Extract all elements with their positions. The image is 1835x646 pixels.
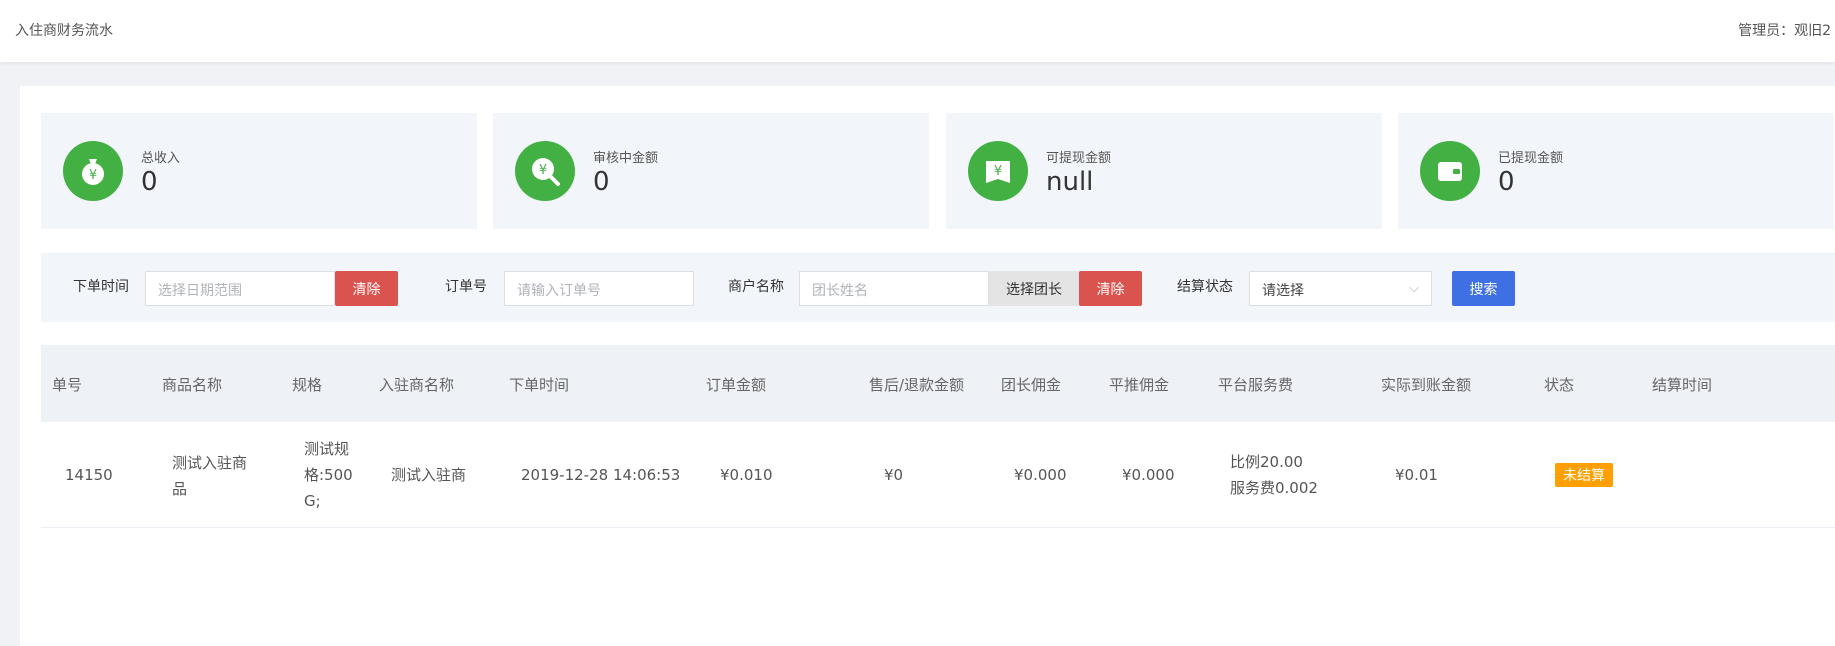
stat-value: 0 [1498, 167, 1515, 197]
admin-name[interactable]: 观旧2 [1794, 23, 1831, 39]
column-header: 下单时间 [509, 376, 570, 394]
column-header: 商品名称 [162, 376, 223, 394]
cell-leader-commission: ¥0.000 [1014, 466, 1067, 484]
svg-text:¥: ¥ [994, 164, 1002, 179]
money-book-icon: ¥ [968, 141, 1028, 201]
column-header: 订单金额 [706, 376, 767, 394]
table-row: 14150 测试入驻商品 测试规格:500G; 测试入驻商 2019-12-28… [41, 422, 1835, 528]
settle-status-select[interactable]: 请选择 ⌵ [1249, 271, 1432, 306]
chevron-down-icon: ⌵ [1409, 281, 1419, 296]
clear-merchant-button[interactable]: 清除 [1079, 271, 1142, 306]
cell-amount: ¥0.010 [720, 466, 773, 484]
stat-label: 可提现金额 [1046, 151, 1112, 166]
wallet-icon [1420, 141, 1480, 201]
column-header: 规格 [292, 376, 323, 394]
column-header: 实际到账金额 [1381, 376, 1472, 394]
column-header: 状态 [1544, 376, 1575, 394]
money-bag-icon: ¥ [63, 141, 123, 201]
svg-text:¥: ¥ [539, 163, 547, 178]
stat-value: 0 [593, 167, 610, 197]
order-no-label: 订单号 [445, 279, 487, 295]
svg-text:¥: ¥ [89, 168, 97, 183]
order-no-input[interactable]: 请输入订单号 [504, 271, 694, 306]
cell-order-time: 2019-12-28 14:06:53 [521, 466, 681, 484]
stat-card-total-income: ¥ 总收入 0 [41, 113, 477, 229]
stat-card-withdrawable: ¥ 可提现金额 null [946, 113, 1382, 229]
cell-id: 14150 [65, 466, 113, 484]
stat-card-withdrawn: 已提现金额 0 [1398, 113, 1834, 229]
order-time-label: 下单时间 [73, 279, 129, 295]
select-leader-button[interactable]: 选择团长 [989, 271, 1079, 306]
stat-card-under-review: ¥ 审核中金额 0 [493, 113, 929, 229]
clear-date-button[interactable]: 清除 [335, 271, 398, 306]
page-title: 入住商财务流水 [15, 23, 113, 39]
status-badge: 未结算 [1555, 463, 1613, 487]
cell-fee-amount: 服务费0.002 [1230, 479, 1318, 497]
settle-status-value: 请选择 [1262, 283, 1304, 299]
cell-spec: 测试规格:500G; [304, 440, 353, 510]
table-header: 单号 商品名称 规格 入驻商名称 下单时间 订单金额 售后/退款金额 团长佣金 … [41, 345, 1835, 422]
column-header: 平推佣金 [1109, 376, 1170, 394]
cell-merchant: 测试入驻商 [391, 466, 467, 484]
cell-actual: ¥0.01 [1395, 466, 1438, 484]
filter-bar: 下单时间 选择日期范围 清除 订单号 请输入订单号 商户名称 团长姓名 选择团长… [41, 253, 1835, 322]
top-bar: 入住商财务流水 管理员：观旧2 [0, 0, 1835, 62]
admin-label: 管理员： [1738, 23, 1795, 39]
column-header: 团长佣金 [1001, 376, 1062, 394]
cell-push-commission: ¥0.000 [1122, 466, 1175, 484]
column-header: 平台服务费 [1218, 376, 1294, 394]
cell-refund: ¥0 [884, 466, 904, 484]
stat-label: 总收入 [141, 151, 181, 166]
column-header: 单号 [52, 376, 83, 394]
money-search-icon: ¥ [515, 141, 575, 201]
merchant-input[interactable]: 团长姓名 [799, 271, 989, 306]
settle-status-label: 结算状态 [1177, 279, 1233, 295]
cell-fee-ratio: 比例20.00 [1230, 453, 1303, 471]
cell-product: 测试入驻商品 [172, 454, 248, 498]
stat-value: null [1046, 167, 1094, 197]
column-header: 售后/退款金额 [869, 376, 965, 394]
admin-info: 管理员：观旧2 [1738, 20, 1831, 40]
search-button[interactable]: 搜索 [1452, 271, 1515, 306]
column-header: 结算时间 [1652, 376, 1713, 394]
stat-label: 审核中金额 [593, 151, 659, 166]
date-range-input[interactable]: 选择日期范围 [145, 271, 335, 306]
stat-value: 0 [141, 167, 158, 197]
column-header: 入驻商名称 [379, 376, 455, 394]
stat-label: 已提现金额 [1498, 151, 1564, 166]
merchant-label: 商户名称 [728, 279, 784, 295]
